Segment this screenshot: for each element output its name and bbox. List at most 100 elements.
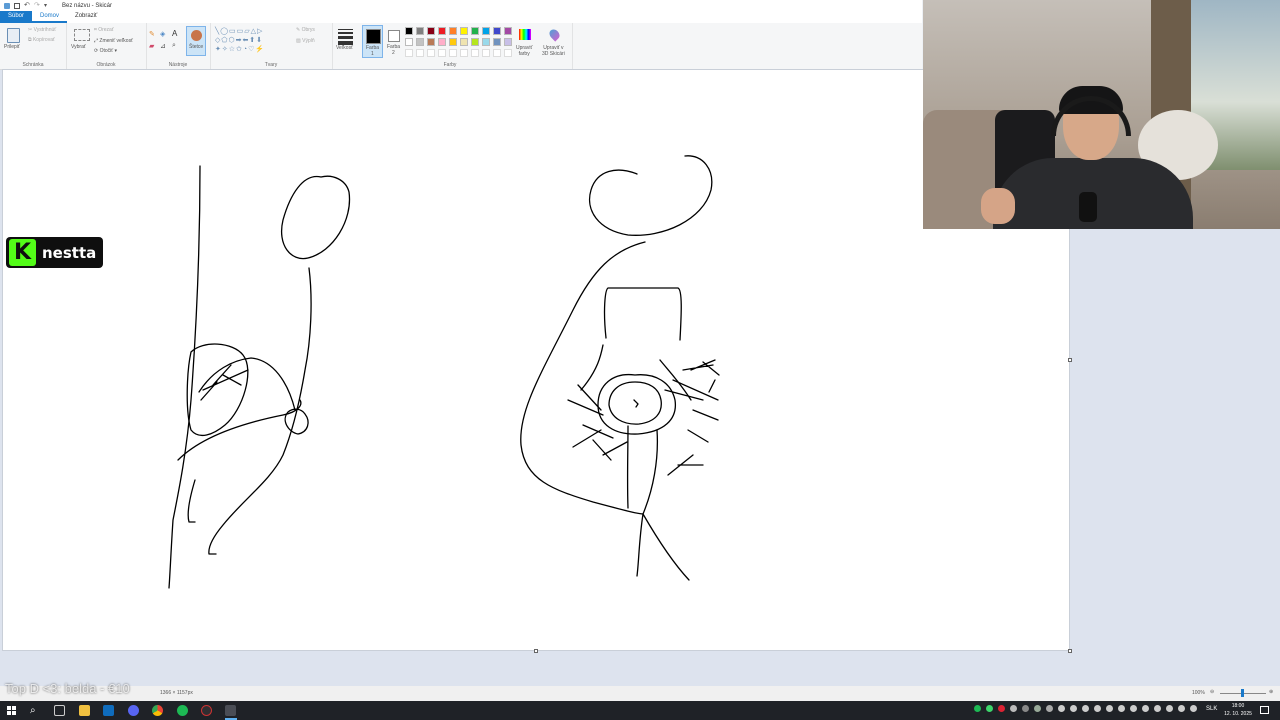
palette-swatch[interactable]	[493, 27, 501, 35]
customize-dropdown-icon[interactable]: ▾	[44, 3, 50, 9]
drawing-canvas[interactable]	[3, 70, 1072, 653]
volume-icon[interactable]	[1178, 705, 1185, 712]
paint-taskbar-icon[interactable]	[225, 705, 236, 716]
tray-app-icon-3[interactable]	[1010, 705, 1017, 712]
resize-handle-right[interactable]	[1068, 358, 1072, 362]
spotify-icon[interactable]	[177, 705, 188, 716]
rotate-button[interactable]: ⟳ Otočiť ▾	[94, 48, 117, 54]
palette-swatch[interactable]	[427, 27, 435, 35]
tray-spotify-icon[interactable]	[974, 705, 981, 712]
tray-app-icon-7[interactable]	[1070, 705, 1077, 712]
tray-app-icon-2[interactable]	[998, 705, 1005, 712]
tab-view[interactable]: Zobraziť	[67, 11, 105, 23]
tray-app-icon-5[interactable]	[1046, 705, 1053, 712]
network-icon[interactable]	[1166, 705, 1173, 712]
start-button[interactable]	[6, 705, 17, 716]
edit-3d-group[interactable]: Upraviť v 3D Skicári	[540, 23, 573, 69]
chrome-icon[interactable]	[152, 705, 163, 716]
tray-app-icon-9[interactable]	[1094, 705, 1101, 712]
save-icon[interactable]	[14, 2, 20, 9]
palette-swatch[interactable]	[471, 27, 479, 35]
palette-swatch[interactable]	[449, 38, 457, 46]
palette-swatch[interactable]	[427, 38, 435, 46]
color2-button[interactable]: Farba 2	[384, 25, 405, 58]
custom-color-slot[interactable]	[471, 49, 479, 57]
zoom-in-icon[interactable]: ⊕	[1269, 689, 1273, 695]
tray-app-icon-4[interactable]	[1034, 705, 1041, 712]
custom-color-slot[interactable]	[460, 49, 468, 57]
tray-app-icon-8[interactable]	[1082, 705, 1089, 712]
color-picker-icon[interactable]: ⊿	[160, 42, 166, 50]
palette-swatch[interactable]	[438, 27, 446, 35]
custom-color-slot[interactable]	[504, 49, 512, 57]
clock[interactable]: 18:00 12. 10. 2025	[1222, 702, 1254, 718]
resize-handle-corner[interactable]	[1068, 649, 1072, 653]
palette-swatch[interactable]	[449, 27, 457, 35]
palette-swatch[interactable]	[504, 38, 512, 46]
redo-icon[interactable]: ↷	[34, 2, 40, 9]
tab-home[interactable]: Domov	[32, 11, 68, 23]
discord-icon[interactable]	[128, 705, 139, 716]
tab-file[interactable]: Súbor	[0, 11, 33, 23]
task-view-icon[interactable]	[54, 705, 65, 716]
select-button[interactable]: Vybrať	[71, 44, 86, 50]
fill-button[interactable]: ▨ Výplň	[296, 38, 315, 44]
pen-icon[interactable]	[1190, 705, 1197, 712]
palette-swatch[interactable]	[416, 27, 424, 35]
color1-button[interactable]: Farba 1	[362, 25, 383, 58]
search-icon[interactable]: ⌕	[30, 705, 41, 716]
resize-handle-bottom[interactable]	[534, 649, 538, 653]
palette-swatch[interactable]	[405, 27, 413, 35]
zoom-out-icon[interactable]: ⊖	[1210, 689, 1214, 695]
custom-color-slot[interactable]	[482, 49, 490, 57]
edit-colors-button[interactable]: Upraviť farby	[516, 45, 532, 57]
custom-color-slot[interactable]	[427, 49, 435, 57]
custom-color-slot[interactable]	[438, 49, 446, 57]
palette-swatch[interactable]	[416, 38, 424, 46]
copy-button[interactable]: ⧉ Kopírovať	[28, 37, 55, 43]
undo-icon[interactable]: ↶	[24, 2, 30, 9]
brand-logo: K nestta	[6, 237, 103, 268]
palette-swatch[interactable]	[460, 27, 468, 35]
tray-app-icon-10[interactable]	[1106, 705, 1113, 712]
cut-button[interactable]: ✂ Vystrihnúť	[28, 27, 56, 33]
resize-button[interactable]: ⤢ Zmeniť veľkosť	[94, 38, 133, 44]
store-icon[interactable]	[103, 705, 114, 716]
tray-app-icon-12[interactable]	[1130, 705, 1137, 712]
obs-icon[interactable]	[201, 705, 212, 716]
fill-bucket-icon[interactable]: ◈	[160, 30, 165, 38]
shapes-gallery[interactable]: ╲◯▭▭▱△▷ ◇⬠⬡➡⬅⬆⬇ ✦✧☆✩◔♡⚡	[215, 27, 291, 55]
palette-swatch[interactable]	[482, 38, 490, 46]
text-tool-icon[interactable]: A	[172, 29, 177, 38]
custom-color-slot[interactable]	[449, 49, 457, 57]
palette-swatch[interactable]	[504, 27, 512, 35]
custom-color-slot[interactable]	[405, 49, 413, 57]
crop-button[interactable]: ⌗ Orezať	[94, 27, 114, 33]
pencil-icon[interactable]: ✎	[149, 30, 155, 38]
tray-app-icon-14[interactable]	[1154, 705, 1161, 712]
palette-swatch[interactable]	[460, 38, 468, 46]
custom-color-slot[interactable]	[416, 49, 424, 57]
zoom-slider-thumb[interactable]	[1241, 689, 1244, 697]
file-explorer-icon[interactable]	[79, 705, 90, 716]
tray-app-icon-13[interactable]	[1142, 705, 1149, 712]
paint-app-icon	[4, 2, 10, 9]
tray-app-icon-11[interactable]	[1118, 705, 1125, 712]
palette-swatch[interactable]	[471, 38, 479, 46]
palette-swatch[interactable]	[438, 38, 446, 46]
magnifier-icon[interactable]: ⌕	[172, 42, 176, 50]
palette-swatch[interactable]	[405, 38, 413, 46]
tray-app-icon-1[interactable]	[986, 705, 993, 712]
outline-button[interactable]: ✎ Obrys	[296, 27, 315, 33]
tray-app-icon-6[interactable]	[1058, 705, 1065, 712]
palette-swatch[interactable]	[493, 38, 501, 46]
tray-headset-icon[interactable]	[1022, 705, 1029, 712]
custom-color-slot[interactable]	[493, 49, 501, 57]
palette-swatch[interactable]	[482, 27, 490, 35]
brushes-button[interactable]: Štetce	[186, 26, 206, 56]
notification-icon[interactable]	[1260, 706, 1269, 714]
language-indicator[interactable]: SLK	[1206, 706, 1217, 712]
eraser-icon[interactable]: ▰	[149, 42, 154, 50]
size-group[interactable]: Veľkosť	[332, 23, 360, 69]
paste-button[interactable]: Prilepiť	[4, 44, 20, 50]
